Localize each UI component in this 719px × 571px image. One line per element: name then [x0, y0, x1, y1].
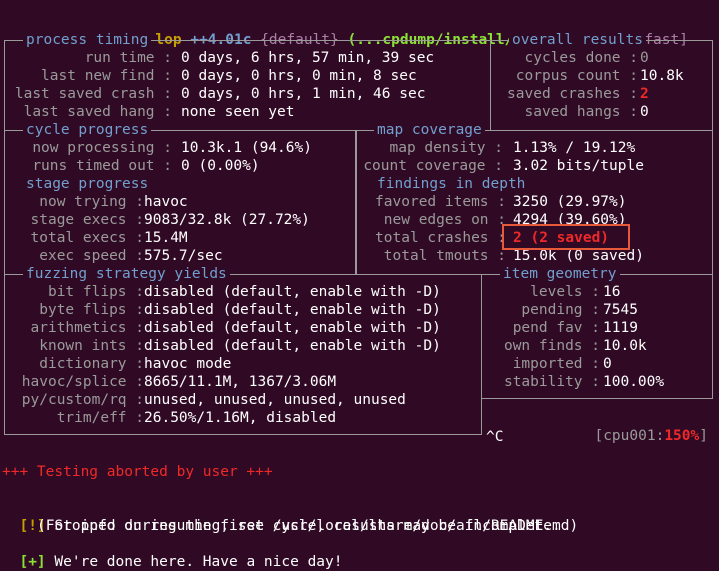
- header-process-timing: process timing: [23, 31, 152, 49]
- label-dictionary: dictionary :: [39, 356, 144, 372]
- value-py-custom-rq: unused, unused, unused, unused: [144, 392, 406, 408]
- cpu-suffix: ]: [699, 428, 708, 444]
- value-imported: 0: [603, 356, 612, 372]
- label-known-ints: known ints :: [39, 338, 144, 354]
- header-item-geometry: item geometry: [500, 265, 620, 283]
- label-levels: levels :: [530, 284, 600, 300]
- value-now-trying: havoc: [144, 194, 188, 210]
- label-bit-flips: bit flips :: [47, 284, 144, 300]
- value-own-finds: 10.0k: [603, 338, 647, 354]
- value-pending: 7545: [603, 302, 638, 318]
- cpu-load: 150%: [664, 428, 700, 444]
- afl-banner: american fuzzy lop ++4.01c {default} (..…: [7, 13, 688, 48]
- value-pend-fav: 1119: [603, 320, 638, 336]
- cpu-indicator: [cpu001:150%]: [577, 409, 708, 444]
- value-byte-flips: disabled (default, enable with -D): [144, 302, 441, 318]
- value-corpus-count: 10.8k: [640, 68, 684, 84]
- label-corpus-count: corpus count :: [515, 68, 638, 84]
- label-pending: pending :: [521, 302, 600, 318]
- warning-line: [!] Stopped during the first cycle, resu…: [2, 499, 560, 534]
- value-bit-flips: disabled (default, enable with -D): [144, 284, 441, 300]
- value-now-processing: 10.3k.1 (94.6%): [181, 140, 312, 156]
- header-map-coverage: map coverage: [374, 121, 485, 139]
- label-count-coverage: count coverage :: [363, 158, 503, 174]
- label-pend-fav: pend fav :: [512, 320, 600, 336]
- header-overall-results: overall results: [509, 31, 646, 49]
- label-map-density: map density :: [389, 140, 504, 156]
- label-stability: stability :: [503, 374, 600, 390]
- value-saved-crashes: 2: [640, 86, 649, 102]
- label-now-trying: now trying :: [39, 194, 144, 210]
- value-count-coverage: 3.02 bits/tuple: [513, 158, 644, 174]
- value-map-density: 1.13% / 19.12%: [513, 140, 636, 156]
- value-saved-hangs: 0: [640, 104, 649, 120]
- done-text: We're done here. Have a nice day!: [54, 554, 343, 570]
- header-fuzzing-strategy-yields: fuzzing strategy yields: [23, 265, 230, 283]
- header-findings-in-depth: findings in depth: [374, 175, 529, 193]
- crashes-highlight-box: [502, 224, 630, 250]
- label-havoc-splice: havoc/splice :: [21, 374, 144, 390]
- value-stability: 100.00%: [603, 374, 665, 390]
- value-dictionary: havoc mode: [144, 356, 232, 372]
- value-exec-speed: 575.7/sec: [144, 248, 223, 264]
- value-havoc-splice: 8665/11.1M, 1367/3.06M: [144, 374, 337, 390]
- label-new-edges-on: new edges on :: [383, 212, 506, 228]
- aborted-message: +++ Testing aborted by user +++: [2, 464, 273, 480]
- frame-middle-divider: [355, 130, 357, 275]
- label-stage-execs: stage execs :: [30, 212, 145, 228]
- label-last-saved-hang: last saved hang :: [23, 104, 172, 120]
- label-py-custom-rq: py/custom/rq :: [21, 392, 144, 408]
- label-arithmetics: arithmetics :: [30, 320, 145, 336]
- done-line: [+] We're done here. Have a nice day!: [2, 535, 342, 570]
- label-now-processing: now processing :: [32, 140, 172, 156]
- value-run-time: 0 days, 6 hrs, 57 min, 39 sec: [181, 50, 435, 66]
- label-total-execs: total execs :: [30, 230, 145, 246]
- value-arithmetics: disabled (default, enable with -D): [144, 320, 441, 336]
- header-stage-progress: stage progress: [23, 175, 152, 193]
- label-last-saved-crash: last saved crash :: [14, 86, 172, 102]
- value-favored-items: 3250 (29.97%): [513, 194, 627, 210]
- label-run-time: run time :: [84, 50, 172, 66]
- label-runs-timed-out: runs timed out :: [32, 158, 172, 174]
- value-stage-execs: 9083/32.8k (27.72%): [144, 212, 310, 228]
- label-last-new-find: last new find :: [41, 68, 172, 84]
- label-own-finds: own finds :: [503, 338, 600, 354]
- label-favored-items: favored items :: [375, 194, 506, 210]
- value-last-new-find: 0 days, 0 hrs, 0 min, 8 sec: [181, 68, 417, 84]
- value-known-ints: disabled (default, enable with -D): [144, 338, 441, 354]
- label-total-tmouts: total tmouts :: [383, 248, 506, 264]
- value-last-saved-crash: 0 days, 0 hrs, 1 min, 46 sec: [181, 86, 426, 102]
- cpu-prefix: [cpu001:: [594, 428, 665, 444]
- interrupt-echo: ^C: [486, 429, 504, 445]
- value-trim-eff: 26.50%/1.16M, disabled: [144, 410, 337, 426]
- label-saved-hangs: saved hangs :: [524, 104, 639, 120]
- value-last-saved-hang: none seen yet: [181, 104, 295, 120]
- value-cycles-done: 0: [640, 50, 649, 66]
- label-exec-speed: exec speed :: [39, 248, 144, 264]
- label-cycles-done: cycles done :: [524, 50, 639, 66]
- label-total-crashes: total crashes :: [375, 230, 506, 246]
- value-total-execs: 15.4M: [144, 230, 188, 246]
- label-trim-eff: trim/eff :: [56, 410, 144, 426]
- label-imported: imported :: [512, 356, 600, 372]
- label-saved-crashes: saved crashes :: [507, 86, 638, 102]
- info-line: (For info on resuming, see /usr/local/sh…: [37, 518, 579, 534]
- done-tag: [+]: [19, 554, 46, 570]
- value-runs-timed-out: 0 (0.00%): [181, 158, 260, 174]
- header-cycle-progress: cycle progress: [23, 121, 152, 139]
- label-byte-flips: byte flips :: [39, 302, 144, 318]
- value-levels: 16: [603, 284, 621, 300]
